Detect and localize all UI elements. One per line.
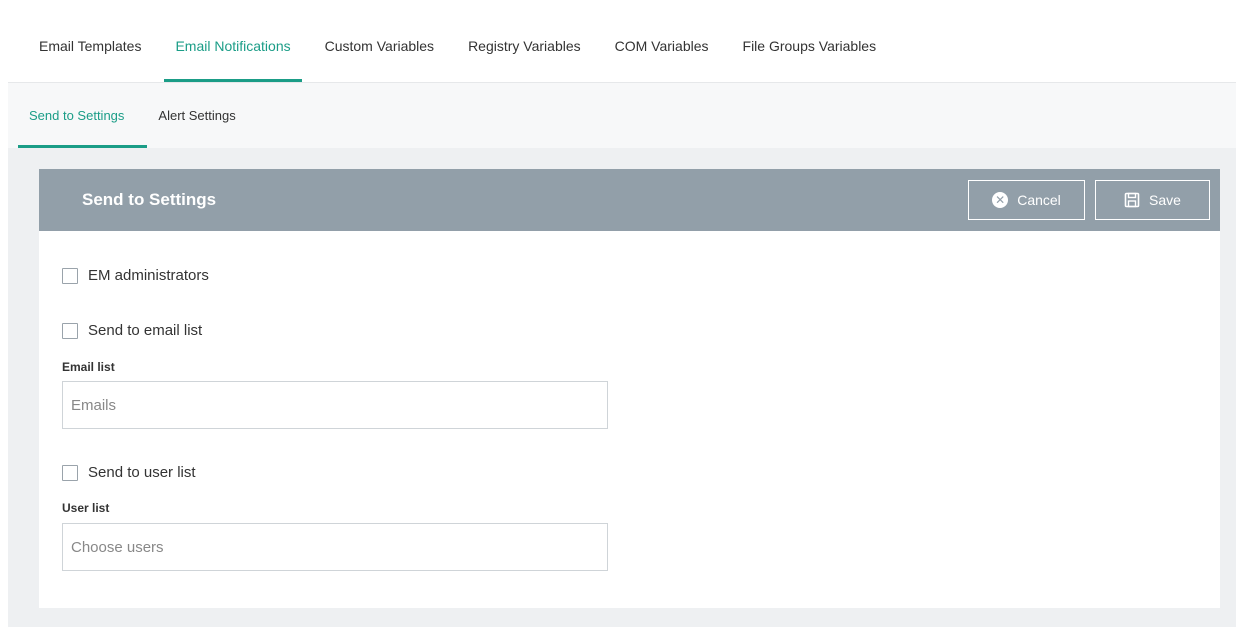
email-list-input[interactable]: Emails [62, 381, 608, 429]
tab-com-variables[interactable]: COM Variables [604, 10, 720, 82]
em-administrators-option[interactable]: EM administrators [62, 267, 209, 284]
panel-title: Send to Settings [82, 190, 217, 209]
panel-header: Send to Settings ✕ Cancel Save [39, 169, 1220, 231]
em-administrators-label: EM administrators [88, 267, 209, 284]
send-to-user-list-label: Send to user list [88, 464, 196, 481]
subtab-send-to-settings[interactable]: Send to Settings [18, 83, 148, 148]
settings-frame: Email Templates Email Notifications Cust… [8, 10, 1236, 627]
cancel-label: Cancel [1017, 192, 1061, 208]
tab-file-groups-variables[interactable]: File Groups Variables [732, 10, 888, 82]
top-tab-bar: Email Templates Email Notifications Cust… [8, 10, 1236, 82]
send-to-user-list-option[interactable]: Send to user list [62, 464, 196, 481]
cancel-button[interactable]: ✕ Cancel [968, 180, 1085, 220]
send-to-email-list-label: Send to email list [88, 322, 203, 339]
subtab-alert-settings[interactable]: Alert Settings [147, 83, 246, 148]
em-administrators-checkbox[interactable] [62, 267, 78, 284]
user-list-label: User list [62, 501, 110, 515]
tab-custom-variables[interactable]: Custom Variables [314, 10, 445, 82]
floppy-disk-icon [1124, 192, 1140, 208]
save-label: Save [1149, 192, 1181, 208]
tab-email-templates[interactable]: Email Templates [28, 10, 152, 82]
user-list-select[interactable]: Choose users [62, 523, 608, 571]
save-button[interactable]: Save [1095, 180, 1210, 220]
send-to-user-list-checkbox[interactable] [62, 464, 78, 481]
x-circle-icon: ✕ [992, 192, 1009, 208]
send-to-email-list-checkbox[interactable] [62, 322, 78, 339]
email-list-label: Email list [62, 360, 115, 374]
tab-registry-variables[interactable]: Registry Variables [457, 10, 592, 82]
send-to-email-list-option[interactable]: Send to email list [62, 322, 202, 339]
tab-email-notifications[interactable]: Email Notifications [164, 10, 302, 82]
send-to-settings-panel: Send to Settings ✕ Cancel Save EM admini… [39, 169, 1220, 608]
sub-tab-bar: Send to Settings Alert Settings [8, 82, 1236, 148]
